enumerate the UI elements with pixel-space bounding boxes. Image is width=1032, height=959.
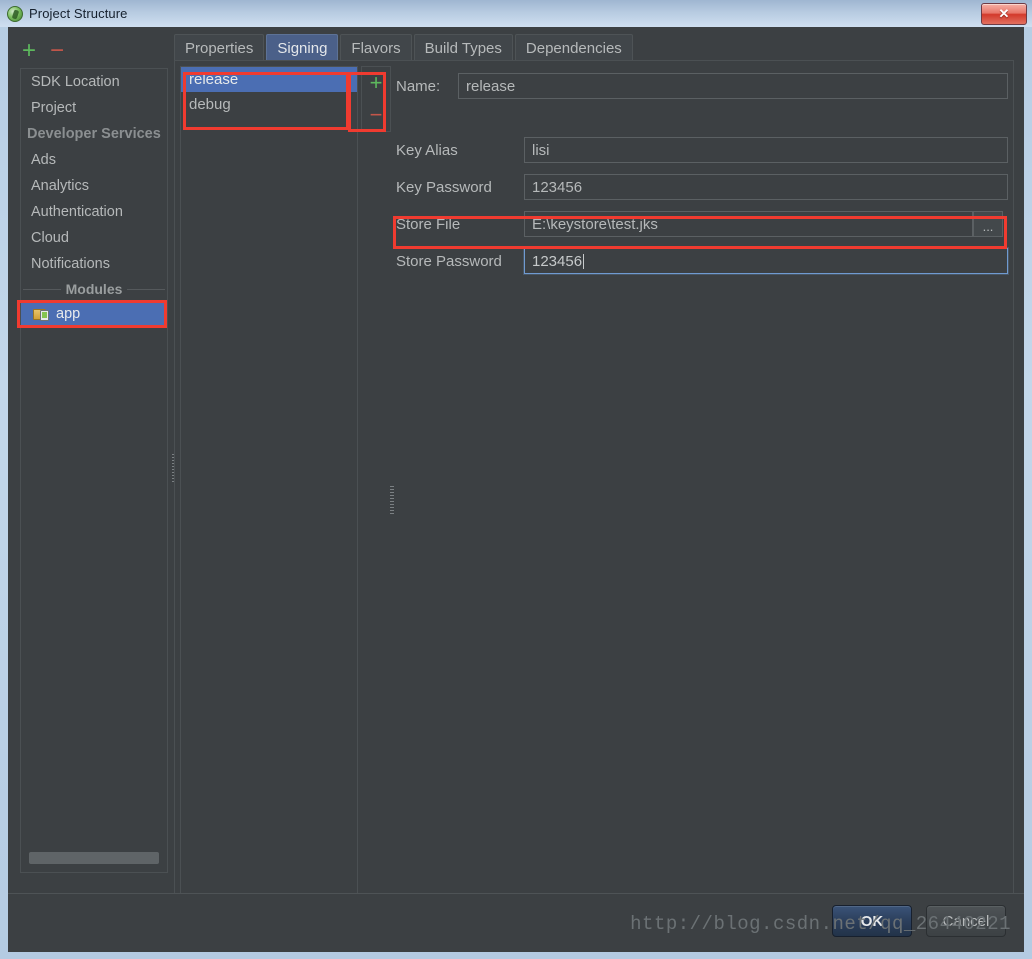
close-icon[interactable]: ✕ <box>981 3 1027 25</box>
remove-signing-config-icon[interactable]: − <box>370 104 383 126</box>
key-alias-input[interactable]: lisi <box>524 137 1008 163</box>
tab-properties[interactable]: Properties <box>174 34 265 61</box>
sidebar-item-authentication[interactable]: Authentication <box>21 199 167 225</box>
android-studio-icon <box>7 5 23 22</box>
signing-config-form: Name: release Key Alias lisi Key Passwor… <box>396 66 1008 894</box>
sidebar-item-ads[interactable]: Ads <box>21 147 167 173</box>
sidebar-group-developer-services: Developer Services <box>27 126 161 142</box>
remove-module-icon[interactable]: − <box>50 39 64 63</box>
text-caret <box>583 254 585 269</box>
sidebar-item-project[interactable]: Project <box>21 95 167 121</box>
sidebar-horizontal-scrollbar[interactable] <box>29 852 161 864</box>
add-module-icon[interactable]: + <box>22 39 36 63</box>
tab-signing[interactable]: Signing <box>266 34 339 61</box>
sidebar-item-analytics[interactable]: Analytics <box>21 173 167 199</box>
signing-panel: release debug + − Name: release Key Alia… <box>174 60 1014 902</box>
tab-bar: Properties Signing Flavors Build Types D… <box>174 34 635 61</box>
store-file-browse-button[interactable]: ... <box>973 211 1003 237</box>
window-body: + − SDK Location Project Developer Servi… <box>8 27 1024 952</box>
store-file-label: Store File <box>396 215 461 233</box>
signing-configs-list: release debug <box>180 66 358 894</box>
android-module-icon <box>33 307 50 321</box>
title-bar: Project Structure ✕ <box>0 0 1032 27</box>
splitter-grip-icon <box>390 486 394 516</box>
sidebar-item-app-label: app <box>56 305 81 322</box>
cancel-button[interactable]: Cancel <box>926 905 1006 937</box>
sidebar: + − SDK Location Project Developer Servi… <box>14 36 169 902</box>
modules-separator: Modules <box>21 277 167 301</box>
sidebar-scrollbar-thumb[interactable] <box>29 852 159 864</box>
key-password-input[interactable]: 123456 <box>524 174 1008 200</box>
tab-dependencies[interactable]: Dependencies <box>514 34 633 61</box>
sidebar-item-notifications[interactable]: Notifications <box>21 251 167 277</box>
close-glyph: ✕ <box>998 6 1010 21</box>
store-password-input[interactable]: 123456 <box>524 248 1008 274</box>
sidebar-item-sdk-location[interactable]: SDK Location <box>21 69 167 95</box>
signing-config-release[interactable]: release <box>181 67 357 92</box>
add-signing-config-icon[interactable]: + <box>370 72 383 94</box>
store-password-label: Store Password <box>396 252 502 270</box>
key-password-label: Key Password <box>396 178 492 196</box>
dialog-button-bar: OK Cancel http://blog.csdn.net/qq_264402… <box>8 893 1024 952</box>
tab-build-types[interactable]: Build Types <box>413 34 513 61</box>
name-label: Name: <box>396 77 441 95</box>
name-input[interactable]: release <box>458 73 1008 99</box>
tab-flavors[interactable]: Flavors <box>340 34 412 61</box>
sidebar-toolbar: + − <box>22 36 64 66</box>
store-password-value: 123456 <box>532 253 583 270</box>
ok-button[interactable]: OK <box>832 905 912 937</box>
modules-separator-label: Modules <box>65 281 123 297</box>
key-alias-label: Key Alias <box>396 141 458 159</box>
sidebar-nav-list: SDK Location Project Developer Services … <box>20 68 168 873</box>
signing-config-debug[interactable]: debug <box>181 92 357 117</box>
store-file-input[interactable]: E:\keystore\test.jks <box>524 211 973 237</box>
window-title: Project Structure <box>29 6 128 21</box>
sidebar-item-cloud[interactable]: Cloud <box>21 225 167 251</box>
sidebar-item-app[interactable]: app <box>21 301 167 326</box>
project-structure-window: Project Structure ✕ + − SDK Location Pro… <box>0 0 1032 959</box>
